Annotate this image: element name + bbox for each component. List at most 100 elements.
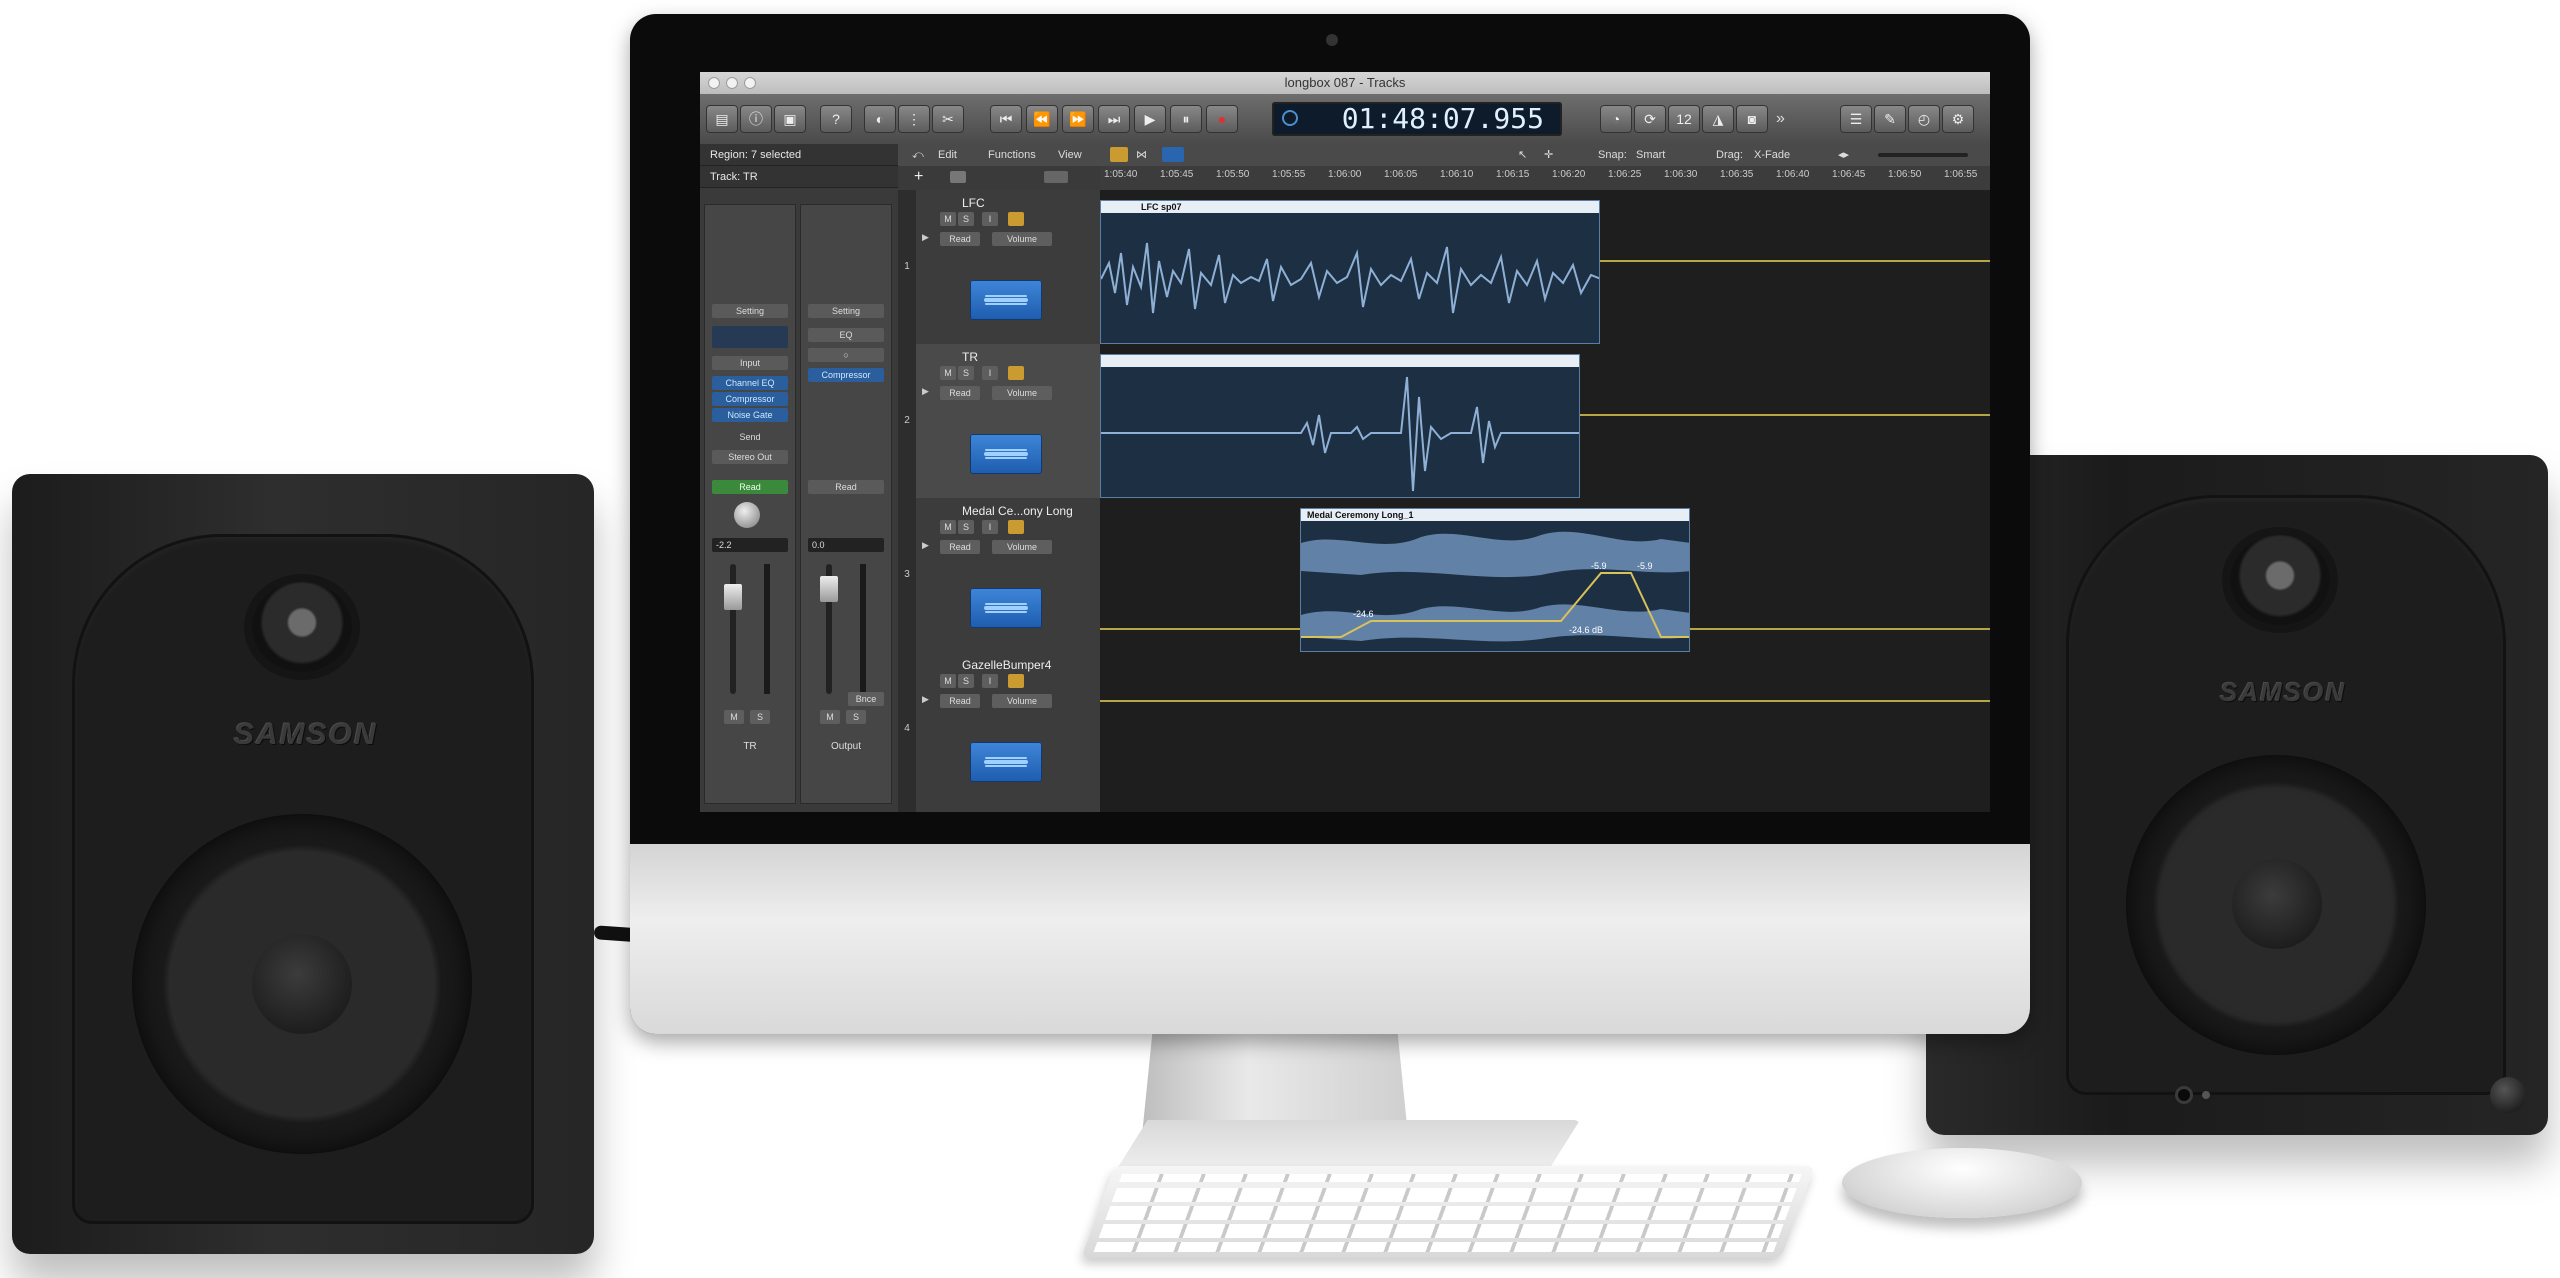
strip-setting-button[interactable]: Setting — [808, 304, 884, 318]
track-inspector-header[interactable]: Track: TR — [700, 166, 898, 188]
track-header[interactable]: TR M S I ▶ Read Volume — [916, 344, 1101, 498]
plugin-slot-compressor[interactable]: Compressor — [808, 368, 884, 382]
plugin-slot-compressor[interactable]: Compressor — [712, 392, 788, 406]
library-button[interactable]: ▤ — [706, 105, 738, 133]
strip-mute-button[interactable]: M — [820, 710, 840, 724]
save-icon[interactable]: ▣ — [774, 105, 806, 133]
smart-controls-button[interactable]: ◐ — [864, 105, 896, 133]
loop-browser-button[interactable]: ◴ — [1908, 105, 1940, 133]
strip-solo-button[interactable]: S — [846, 710, 866, 724]
strip-mute-button[interactable]: M — [724, 710, 744, 724]
automation-mode-dropdown[interactable]: Read — [940, 386, 980, 400]
strip-link-icon[interactable]: ○ — [808, 348, 884, 362]
track-folder-icon[interactable] — [950, 171, 966, 183]
region-inspector-header[interactable]: Region: 7 selected — [700, 144, 898, 166]
track-header[interactable]: Medal Ce...ony Long M S I ▶ Read Volume — [916, 498, 1101, 652]
track-mute-button[interactable]: M — [940, 674, 956, 688]
zoom-slider[interactable] — [1878, 153, 1968, 157]
edit-menu[interactable]: Edit — [938, 144, 957, 166]
mixer-button[interactable]: ⋮ — [898, 105, 930, 133]
view-menu[interactable]: View — [1058, 144, 1082, 166]
audio-region-tr[interactable] — [1100, 354, 1580, 498]
secondary-tool-icon[interactable]: ✛ — [1544, 144, 1553, 166]
track-header[interactable]: GazelleBumper4 M S I ▶ Read Volume — [916, 652, 1101, 812]
track-mute-button[interactable]: M — [940, 212, 956, 226]
toolbar-overflow-icon[interactable]: » — [1776, 110, 1785, 128]
eq-thumbnail[interactable] — [712, 326, 788, 348]
track-header[interactable]: LFC M S I ▶ Read Volume — [916, 190, 1101, 344]
input-monitor-button[interactable]: I — [982, 674, 998, 688]
automation-param-dropdown[interactable]: Volume — [992, 232, 1052, 246]
track-lock-icon[interactable] — [1008, 674, 1024, 688]
input-monitor-button[interactable]: I — [982, 212, 998, 226]
track-solo-button[interactable]: S — [958, 366, 974, 380]
track-solo-button[interactable]: S — [958, 520, 974, 534]
catch-playhead-icon[interactable] — [1110, 147, 1128, 162]
pause-button[interactable]: ⏸ — [1170, 105, 1202, 133]
help-icon[interactable]: ? — [820, 105, 852, 133]
automation-param-dropdown[interactable]: Volume — [992, 694, 1052, 708]
track-row-lfc[interactable]: 1 LFC M S I ▶ Read Volume LFC sp07 — [898, 190, 1990, 345]
flex-icon[interactable]: ⋈ — [1136, 144, 1147, 166]
transport-time-display[interactable]: 01:48:07.955 — [1272, 102, 1562, 136]
count-in-button[interactable]: 12 — [1668, 105, 1700, 133]
strip-eq-button[interactable]: EQ — [808, 328, 884, 342]
editors-button[interactable]: ✂ — [932, 105, 964, 133]
inspector-button[interactable]: ⓘ — [740, 105, 772, 133]
disclosure-triangle-icon[interactable]: ▶ — [922, 540, 929, 551]
rewind-button[interactable]: ⏪ — [1026, 105, 1058, 133]
timeline-ruler[interactable]: 1:05:40 1:05:45 1:05:50 1:05:55 1:06:00 … — [1100, 166, 1990, 191]
browser-settings-icon[interactable]: ⚙ — [1942, 105, 1974, 133]
plugin-slot-channel-eq[interactable]: Channel EQ — [712, 376, 788, 390]
output-slot[interactable]: Stereo Out — [712, 450, 788, 464]
disclosure-triangle-icon[interactable]: ▶ — [922, 232, 929, 243]
track-name[interactable]: GazelleBumper4 — [962, 658, 1051, 672]
bounce-button[interactable]: Bnce — [848, 692, 884, 706]
go-to-end-button[interactable]: ⏭ — [1098, 105, 1130, 133]
cycle-button[interactable]: ⟳ — [1634, 105, 1666, 133]
track-lane[interactable] — [1100, 652, 1990, 812]
track-row-tr[interactable]: 2 TR M S I ▶ Read Volume — [898, 344, 1990, 499]
automation-param-dropdown[interactable]: Volume — [992, 540, 1052, 554]
automation-mode-dropdown[interactable]: Read — [940, 694, 980, 708]
disclosure-triangle-icon[interactable]: ▶ — [922, 386, 929, 397]
track-name[interactable]: Medal Ce...ony Long — [962, 504, 1073, 518]
send-slot[interactable]: Send — [712, 430, 788, 444]
disclosure-triangle-icon[interactable]: ▶ — [922, 694, 929, 705]
track-lock-icon[interactable] — [1008, 212, 1024, 226]
volume-fader-handle[interactable] — [724, 584, 742, 610]
track-options-icon[interactable] — [1044, 171, 1068, 183]
automation-param-dropdown[interactable]: Volume — [992, 386, 1052, 400]
record-button[interactable]: ● — [1206, 105, 1238, 133]
pan-knob[interactable] — [734, 502, 760, 528]
track-lock-icon[interactable] — [1008, 520, 1024, 534]
track-lane[interactable]: LFC sp07 — [1100, 190, 1990, 344]
track-name[interactable]: LFC — [962, 196, 985, 210]
track-lock-icon[interactable] — [1008, 366, 1024, 380]
strip-input-button[interactable]: Input — [712, 356, 788, 370]
track-name[interactable]: TR — [962, 350, 978, 364]
audio-region-lfc[interactable]: LFC sp07 — [1100, 200, 1600, 344]
metronome-button[interactable]: ◮ — [1702, 105, 1734, 133]
track-solo-button[interactable]: S — [958, 212, 974, 226]
plugin-slot-noise-gate[interactable]: Noise Gate — [712, 408, 788, 422]
track-lane[interactable]: Medal Ceremony Long_1 -24.6 -5.9 -5.9 -2… — [1100, 498, 1990, 652]
volume-knob[interactable] — [2490, 1077, 2526, 1113]
fast-forward-button[interactable]: ⏩ — [1062, 105, 1094, 133]
track-mute-button[interactable]: M — [940, 520, 956, 534]
volume-fader-handle[interactable] — [820, 576, 838, 602]
track-row-medal-ceremony[interactable]: 3 Medal Ce...ony Long M S I ▶ Read Volum… — [898, 498, 1990, 653]
input-monitor-button[interactable]: I — [982, 366, 998, 380]
functions-menu[interactable]: Functions — [988, 144, 1036, 166]
automation-mode-dropdown[interactable]: Read — [940, 232, 980, 246]
audio-region-medal-ceremony[interactable]: Medal Ceremony Long_1 -24.6 -5.9 -5.9 -2… — [1300, 508, 1690, 652]
go-to-start-button[interactable]: ⏮ — [990, 105, 1022, 133]
drag-dropdown[interactable]: X-Fade — [1754, 144, 1790, 166]
strip-solo-button[interactable]: S — [750, 710, 770, 724]
replace-button[interactable]: ◙ — [1736, 105, 1768, 133]
snap-dropdown[interactable]: Smart — [1636, 144, 1665, 166]
back-arrow-icon[interactable]: ⤺ — [912, 144, 924, 166]
pointer-tool-icon[interactable]: ↖ — [1518, 144, 1527, 166]
notepad-button[interactable]: ✎ — [1874, 105, 1906, 133]
list-editors-button[interactable]: ☰ — [1840, 105, 1872, 133]
